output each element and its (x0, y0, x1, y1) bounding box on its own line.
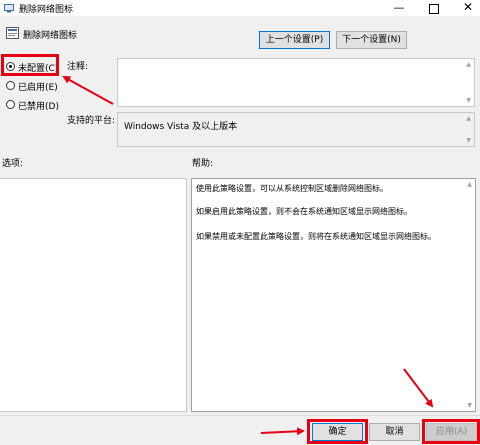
annotation-arrows (62, 76, 434, 436)
arrow-to-not-configured (62, 76, 114, 105)
arrow-to-ok (260, 427, 305, 436)
arrow-to-apply (403, 368, 434, 408)
